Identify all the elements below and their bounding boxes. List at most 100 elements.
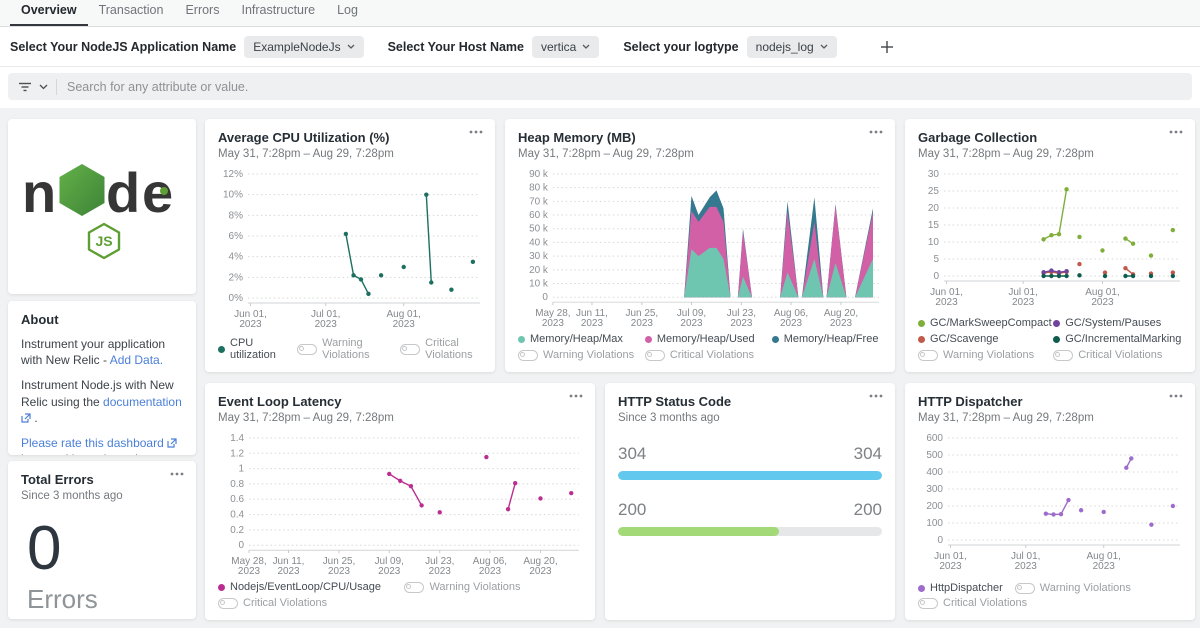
- about-paragraph-3: Please rate this dashboard here and let …: [21, 435, 183, 455]
- card-menu-icon[interactable]: [469, 130, 483, 134]
- http-dispatcher-card: HTTP Dispatcher May 31, 7:28pm – Aug 29,…: [905, 383, 1195, 620]
- svg-text:2023: 2023: [238, 566, 261, 577]
- card-menu-icon[interactable]: [1169, 130, 1183, 134]
- svg-text:2023: 2023: [1091, 297, 1114, 308]
- chart-title: Event Loop Latency: [218, 394, 582, 409]
- legend-item[interactable]: Memory/Heap/Free: [772, 333, 882, 345]
- gc-line-chart: 051015202530Jun 01,2023Jul 01,2023Aug 01…: [918, 166, 1182, 312]
- svg-text:0.6: 0.6: [230, 494, 244, 505]
- legend-item[interactable]: GC/IncrementalMarking: [1053, 333, 1182, 345]
- critical-violations-toggle[interactable]: Critical Violations: [918, 597, 1027, 609]
- cpu-line-chart: 0%2%4%6%8%10%12%Jun 01,2023Jul 01,2023Au…: [218, 166, 482, 334]
- legend-item[interactable]: Memory/Heap/Max: [518, 333, 645, 345]
- external-link-icon: [21, 413, 31, 423]
- svg-text:2023: 2023: [680, 318, 703, 329]
- total-errors-unit: Errors: [27, 584, 183, 615]
- rate-dashboard-link[interactable]: Please rate this dashboard: [21, 436, 164, 450]
- svg-text:12%: 12%: [223, 169, 243, 180]
- total-errors-card: Total Errors Since 3 months ago 0 Errors: [8, 461, 196, 619]
- total-errors-subtitle: Since 3 months ago: [21, 490, 183, 502]
- legend-item[interactable]: Nodejs/EventLoop/CPU/Usage: [218, 581, 404, 593]
- svg-text:2023: 2023: [529, 566, 552, 577]
- svg-text:60 k: 60 k: [529, 210, 548, 221]
- heap-memory-card: Heap Memory (MB) May 31, 7:28pm – Aug 29…: [505, 119, 895, 372]
- svg-text:600: 600: [926, 433, 943, 444]
- add-variable-button[interactable]: [879, 39, 895, 55]
- card-menu-icon[interactable]: [869, 394, 883, 398]
- tab-errors[interactable]: Errors: [174, 0, 230, 26]
- critical-violations-toggle[interactable]: Critical Violations: [645, 349, 772, 361]
- svg-text:8%: 8%: [229, 210, 244, 221]
- svg-text:10%: 10%: [223, 190, 243, 201]
- svg-text:25: 25: [928, 186, 940, 197]
- status-label: 304: [618, 444, 646, 464]
- svg-text:2023: 2023: [1012, 297, 1035, 308]
- critical-violations-toggle[interactable]: Critical Violations: [218, 597, 404, 609]
- svg-text:2023: 2023: [239, 319, 262, 330]
- status-value: 200: [854, 500, 882, 520]
- svg-text:2023: 2023: [631, 318, 654, 329]
- svg-text:2023: 2023: [315, 319, 338, 330]
- top-tab-bar: Overview Transaction Errors Infrastructu…: [0, 0, 1200, 27]
- chart-legend: Memory/Heap/Max Memory/Heap/Used Memory/…: [518, 333, 882, 361]
- warning-violations-toggle[interactable]: Warning Violations: [297, 337, 384, 361]
- legend-item[interactable]: Memory/Heap/Used: [645, 333, 772, 345]
- warning-violations-toggle[interactable]: Warning Violations: [518, 349, 645, 361]
- variable-filter-bar: Select Your NodeJS Application Name Exam…: [0, 27, 1200, 67]
- svg-text:0.2: 0.2: [230, 525, 244, 536]
- logtype-label: Select your logtype: [623, 40, 738, 54]
- svg-text:2023: 2023: [277, 566, 300, 577]
- app-name-select[interactable]: ExampleNodeJs: [244, 36, 363, 58]
- warning-violations-toggle[interactable]: Warning Violations: [404, 581, 582, 593]
- nodejs-logo: n d e JS: [20, 148, 184, 266]
- total-errors-value: 0: [27, 518, 183, 580]
- legend-item[interactable]: CPU utilization: [218, 337, 281, 361]
- legend-item[interactable]: GC/System/Pauses: [1053, 317, 1182, 329]
- svg-text:10 k: 10 k: [529, 279, 548, 290]
- critical-violations-toggle[interactable]: Critical Violations: [400, 337, 482, 361]
- svg-text:6%: 6%: [229, 231, 244, 242]
- chart-subtitle: May 31, 7:28pm – Aug 29, 7:28pm: [218, 412, 582, 424]
- chart-subtitle: Since 3 months ago: [618, 412, 882, 424]
- card-menu-icon[interactable]: [170, 472, 184, 476]
- svg-text:1.4: 1.4: [230, 433, 244, 444]
- critical-violations-toggle[interactable]: Critical Violations: [1053, 349, 1182, 361]
- svg-text:2023: 2023: [393, 319, 416, 330]
- garbage-collection-card: Garbage Collection May 31, 7:28pm – Aug …: [905, 119, 1195, 372]
- svg-text:400: 400: [926, 467, 943, 478]
- search-input[interactable]: [67, 80, 1182, 94]
- svg-text:2023: 2023: [830, 318, 853, 329]
- svg-text:2023: 2023: [429, 566, 452, 577]
- card-menu-icon[interactable]: [1169, 394, 1183, 398]
- cpu-utilization-card: Average CPU Utilization (%) May 31, 7:28…: [205, 119, 495, 372]
- tab-overview[interactable]: Overview: [10, 0, 88, 26]
- chart-title: HTTP Status Code: [618, 394, 882, 409]
- card-menu-icon[interactable]: [869, 130, 883, 134]
- tab-log[interactable]: Log: [326, 0, 369, 26]
- tab-transaction[interactable]: Transaction: [88, 0, 175, 26]
- chevron-down-icon: [582, 44, 590, 49]
- svg-text:0%: 0%: [229, 293, 244, 304]
- svg-text:2023: 2023: [1093, 561, 1116, 572]
- documentation-link[interactable]: documentation: [103, 395, 182, 409]
- svg-text:2023: 2023: [378, 566, 401, 577]
- svg-text:JS: JS: [95, 233, 112, 249]
- card-menu-icon[interactable]: [569, 394, 583, 398]
- logtype-select[interactable]: nodejs_log: [747, 36, 837, 58]
- legend-item[interactable]: GC/MarkSweepCompact: [918, 317, 1053, 329]
- legend-item[interactable]: HttpDispatcher: [918, 582, 1003, 594]
- search-box[interactable]: [8, 73, 1192, 100]
- warning-violations-toggle[interactable]: Warning Violations: [1015, 582, 1131, 594]
- chevron-down-icon[interactable]: [39, 84, 48, 90]
- svg-text:30: 30: [928, 169, 940, 180]
- svg-text:d: d: [106, 161, 140, 224]
- warning-violations-toggle[interactable]: Warning Violations: [918, 349, 1053, 361]
- chart-title: Heap Memory (MB): [518, 130, 882, 145]
- svg-text:20 k: 20 k: [529, 265, 548, 276]
- legend-item[interactable]: GC/Scavenge: [918, 333, 1053, 345]
- svg-text:15: 15: [928, 220, 940, 231]
- host-name-select[interactable]: vertica: [532, 36, 599, 58]
- add-data-link[interactable]: Add Data.: [110, 353, 163, 367]
- heap-area-chart: 010 k20 k30 k40 k50 k60 k70 k80 k90 kMay…: [518, 166, 882, 333]
- tab-infrastructure[interactable]: Infrastructure: [230, 0, 326, 26]
